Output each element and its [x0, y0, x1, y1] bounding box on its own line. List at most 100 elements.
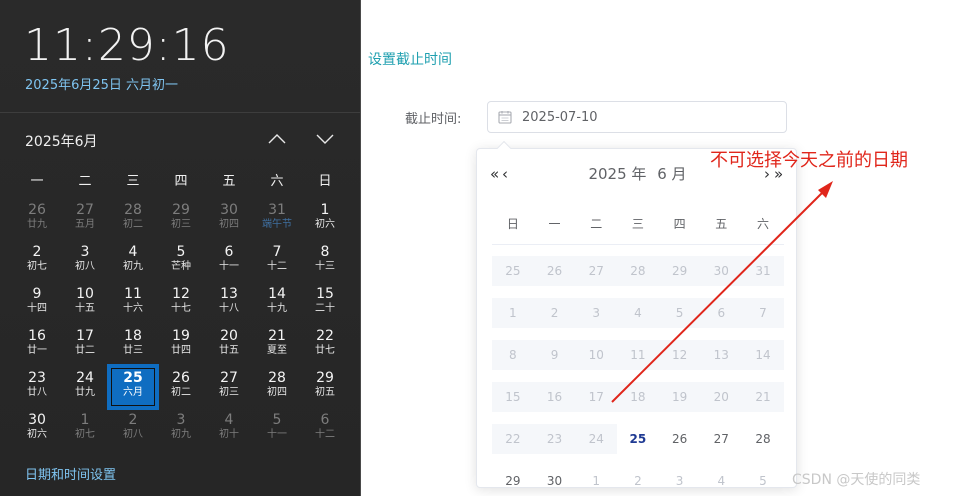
picker-day-disabled: 5	[658, 292, 701, 334]
flyout-day-cell[interactable]: 14 十九	[253, 282, 301, 324]
picker-day-available[interactable]: 26	[659, 418, 701, 460]
picker-day-available[interactable]: 28	[742, 418, 784, 460]
picker-day-today[interactable]: 25	[617, 418, 659, 460]
flyout-day-cell[interactable]: 1 初七	[61, 408, 109, 450]
picker-weekday-header: 日一二三四五六	[492, 215, 784, 245]
picker-day-available[interactable]: 30	[534, 460, 576, 496]
flyout-day-number: 21	[268, 328, 286, 344]
picker-day-number: 22	[492, 424, 534, 454]
flyout-day-cell[interactable]: 28 初四	[253, 366, 301, 408]
picker-day-next-month[interactable]: 1	[575, 460, 617, 496]
flyout-day-number: 24	[76, 370, 94, 386]
flyout-day-cell[interactable]: 29 初五	[301, 366, 349, 408]
flyout-day-cell[interactable]: 31 端午节	[253, 198, 301, 240]
picker-day-disabled: 12	[658, 334, 701, 376]
flyout-lunar-label: 初六	[315, 219, 335, 230]
picker-day-available[interactable]: 27	[700, 418, 742, 460]
picker-day-next-month[interactable]: 4	[700, 460, 742, 496]
flyout-day-number: 15	[316, 286, 334, 302]
flyout-day-cell[interactable]: 4 初十	[205, 408, 253, 450]
flyout-day-cell[interactable]: 29 初三	[157, 198, 205, 240]
flyout-day-cell[interactable]: 28 初二	[109, 198, 157, 240]
picker-day-number: 17	[575, 382, 618, 412]
screenshot-root: 11:29:16 2025年6月25日 六月初一 2025年6月 一二三四五六日…	[0, 0, 961, 496]
flyout-day-number: 14	[268, 286, 286, 302]
flyout-day-cell[interactable]: 5 芒种	[157, 240, 205, 282]
picker-day-number: 30	[700, 256, 743, 286]
flyout-day-cell[interactable]: 26 廿九	[13, 198, 61, 240]
picker-day-disabled: 8	[492, 334, 534, 376]
picker-day-disabled: 4	[617, 292, 659, 334]
flyout-day-cell[interactable]: 2 初七	[13, 240, 61, 282]
picker-day-next-month[interactable]: 2	[617, 460, 659, 496]
flyout-month-label[interactable]: 2025年6月	[25, 131, 98, 151]
picker-month-label[interactable]: 6 月	[657, 165, 686, 183]
flyout-day-cell[interactable]: 8 十三	[301, 240, 349, 282]
flyout-day-number: 22	[316, 328, 334, 344]
flyout-lunar-label: 初六	[27, 429, 47, 440]
flyout-day-cell[interactable]: 10 十五	[61, 282, 109, 324]
flyout-next-month-button[interactable]	[312, 127, 338, 151]
picker-day-next-month[interactable]: 3	[659, 460, 701, 496]
flyout-lunar-label: 十六	[123, 303, 143, 314]
picker-day-disabled: 7	[742, 292, 784, 334]
flyout-divider	[0, 112, 360, 113]
flyout-day-cell[interactable]: 20 廿五	[205, 324, 253, 366]
flyout-day-number: 4	[224, 412, 234, 428]
flyout-day-cell[interactable]: 27 五月	[61, 198, 109, 240]
picker-day-number: 31	[742, 256, 784, 286]
flyout-day-cell[interactable]: 15 二十	[301, 282, 349, 324]
flyout-day-cell[interactable]: 21 夏至	[253, 324, 301, 366]
picker-day-number: 14	[742, 340, 784, 370]
picker-day-number: 12	[658, 340, 701, 370]
flyout-day-cell[interactable]: 4 初九	[109, 240, 157, 282]
flyout-day-cell[interactable]: 22 廿七	[301, 324, 349, 366]
flyout-day-cell[interactable]: 7 十二	[253, 240, 301, 282]
picker-day-number: 6	[700, 298, 743, 328]
flyout-day-cell[interactable]: 16 廿一	[13, 324, 61, 366]
picker-day-disabled: 28	[617, 250, 659, 292]
flyout-day-cell[interactable]: 30 初四	[205, 198, 253, 240]
flyout-day-cell[interactable]: 19 廿四	[157, 324, 205, 366]
flyout-day-cell[interactable]: 23 廿八	[13, 366, 61, 408]
set-deadline-link[interactable]: 设置截止时间	[368, 49, 452, 69]
flyout-day-cell[interactable]: 13 十八	[205, 282, 253, 324]
flyout-day-cell[interactable]: 1 初六	[301, 198, 349, 240]
flyout-day-cell[interactable]: 9 十四	[13, 282, 61, 324]
flyout-day-cell[interactable]: 30 初六	[13, 408, 61, 450]
picker-weekday-label: 二	[590, 217, 603, 231]
flyout-day-number: 5	[272, 412, 282, 428]
flyout-lunar-label: 二十	[315, 303, 335, 314]
flyout-day-cell[interactable]: 17 廿二	[61, 324, 109, 366]
picker-weekday-label: 一	[548, 217, 561, 231]
deadline-date-input[interactable]: 2025-07-10	[487, 101, 787, 133]
date-picker-popup: « ‹ 2025 年 6 月 › » 日一二三四五六 25 26 27 28 29 30 3…	[476, 140, 797, 488]
flyout-lunar-label: 十一	[219, 261, 239, 272]
flyout-day-cell[interactable]: 12 十七	[157, 282, 205, 324]
flyout-day-number: 26	[172, 370, 190, 386]
flyout-day-cell[interactable]: 26 初二	[157, 366, 205, 408]
picker-day-number: 27	[713, 432, 729, 446]
flyout-day-cell[interactable]: 3 初八	[61, 240, 109, 282]
picker-day-number: 5	[658, 298, 701, 328]
clock-date-line[interactable]: 2025年6月25日 六月初一	[25, 74, 178, 93]
flyout-day-cell[interactable]: 6 十一	[205, 240, 253, 282]
flyout-day-number: 26	[28, 202, 46, 218]
date-time-settings-link[interactable]: 日期和时间设置	[25, 464, 116, 483]
flyout-day-cell[interactable]: 24 廿九	[61, 366, 109, 408]
flyout-day-cell[interactable]: 6 十二	[301, 408, 349, 450]
flyout-lunar-label: 初七	[27, 261, 47, 272]
flyout-day-cell[interactable]: 2 初八	[109, 408, 157, 450]
flyout-lunar-label: 初二	[171, 387, 191, 398]
picker-year-label[interactable]: 2025 年	[588, 165, 646, 183]
flyout-day-today[interactable]: 25 六月	[107, 364, 159, 410]
flyout-day-cell[interactable]: 18 廿三	[109, 324, 157, 366]
picker-day-next-month[interactable]: 5	[742, 460, 784, 496]
flyout-day-cell[interactable]: 27 初三	[205, 366, 253, 408]
flyout-day-cell[interactable]: 5 十一	[253, 408, 301, 450]
flyout-day-cell[interactable]: 3 初九	[157, 408, 205, 450]
flyout-day-cell[interactable]: 11 十六	[109, 282, 157, 324]
picker-day-available[interactable]: 29	[492, 460, 534, 496]
flyout-prev-month-button[interactable]	[264, 127, 290, 151]
picker-day-disabled: 10	[575, 334, 618, 376]
